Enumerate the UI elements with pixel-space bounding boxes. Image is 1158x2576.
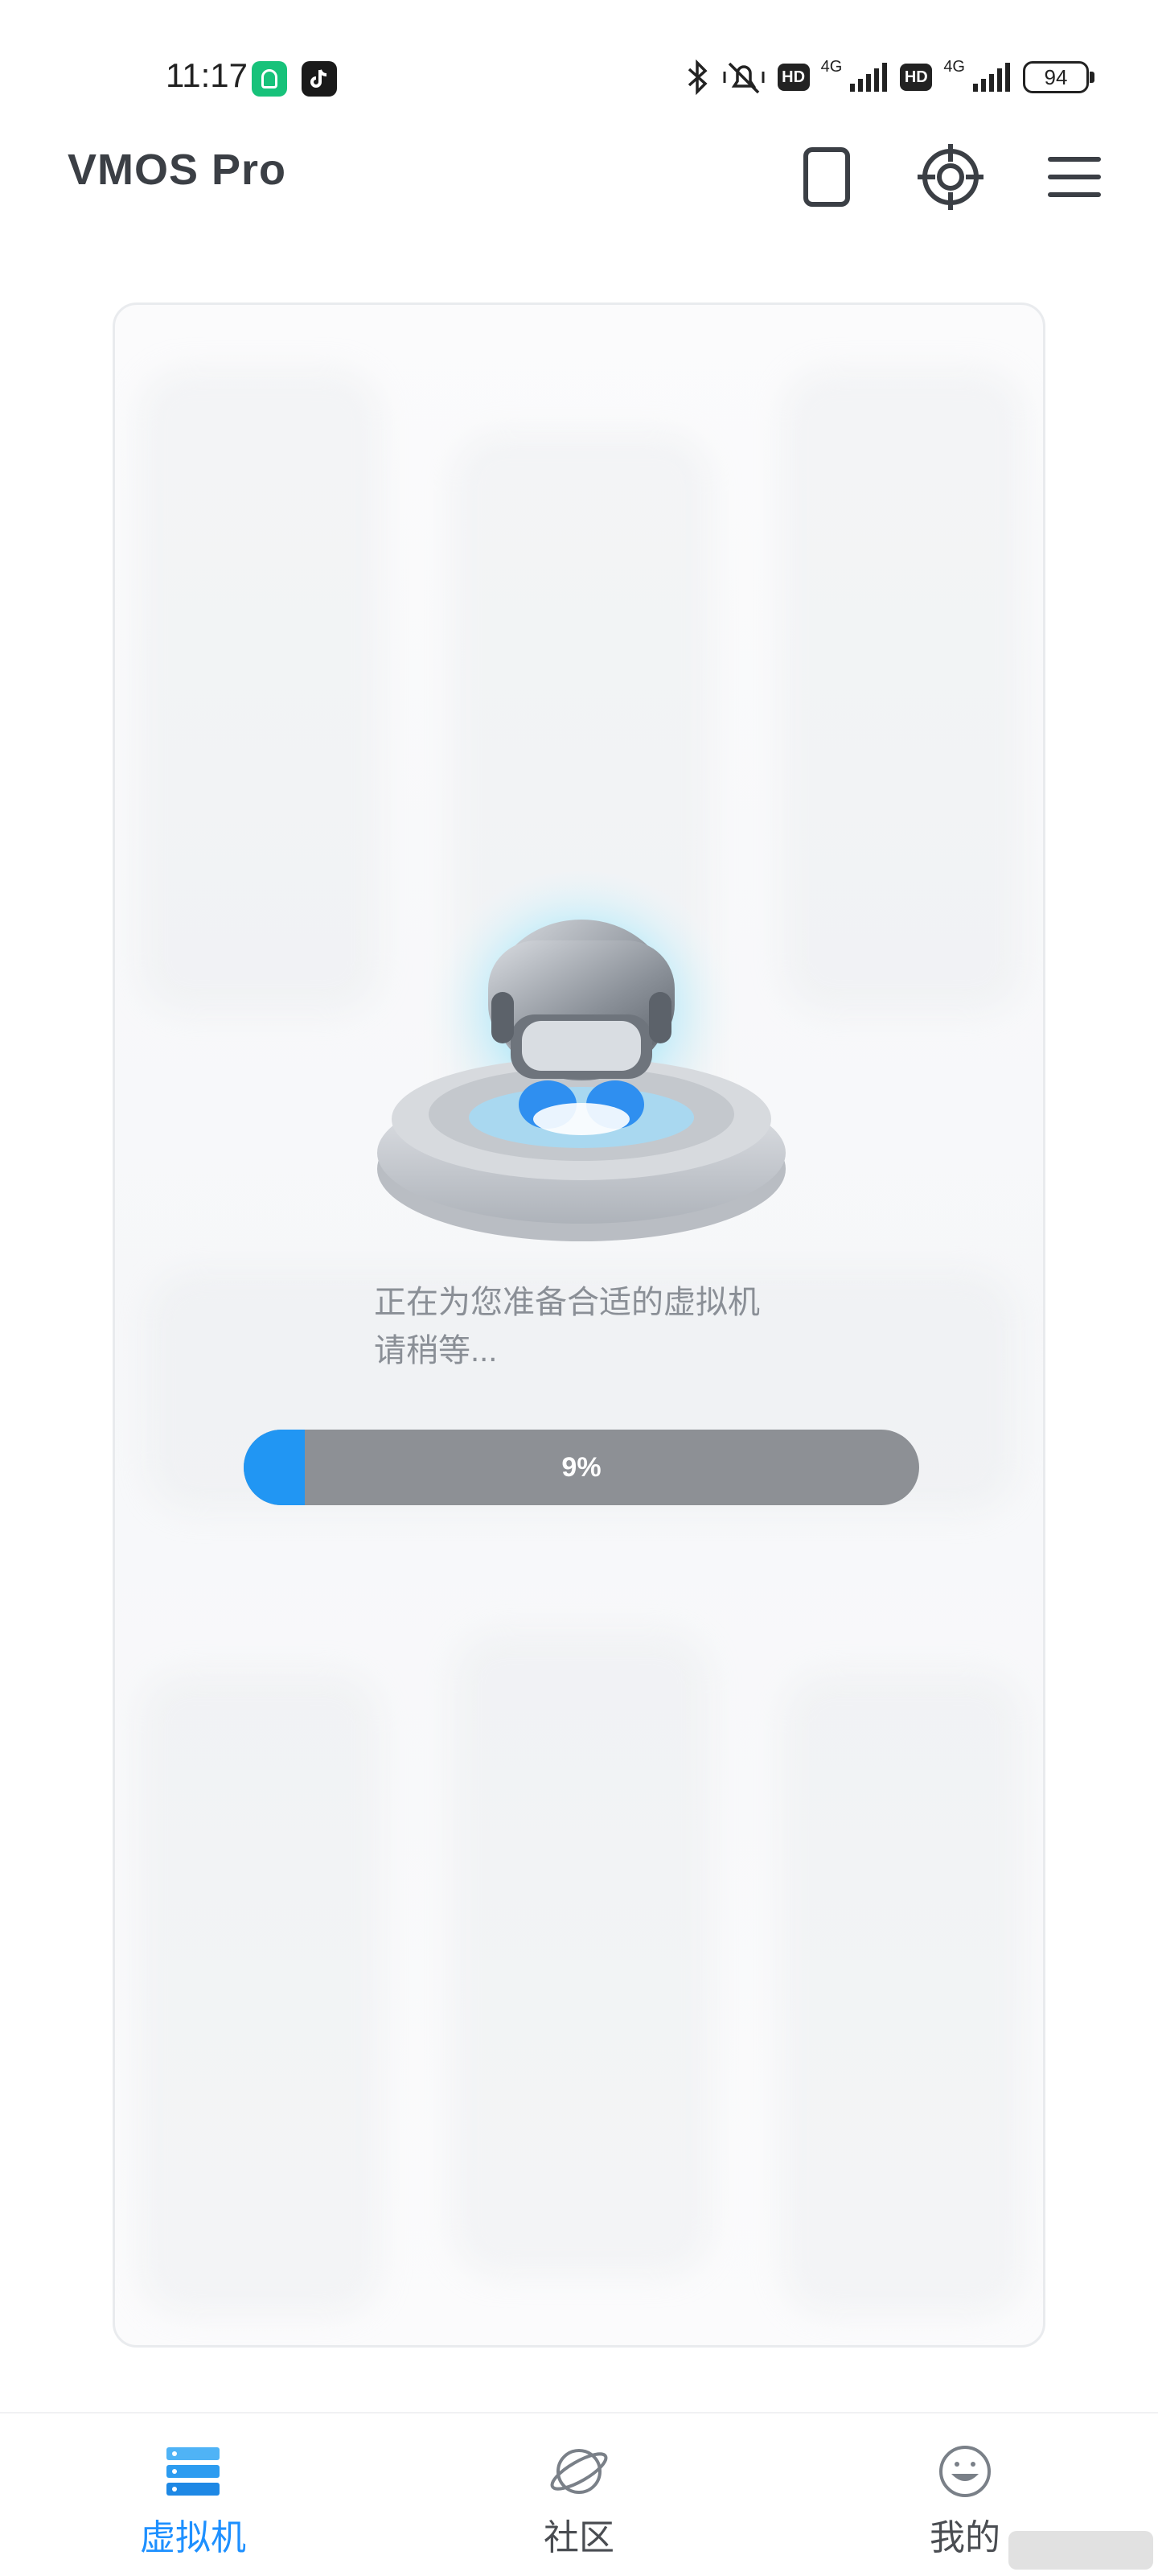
status-bar: 11:17 HD 4G HD 4G 94 [0,0,1158,121]
smiley-icon [939,2446,991,2497]
phone-icon [803,147,850,207]
loading-line-1: 正在为您准备合适的虚拟机 [374,1285,760,1320]
nav-item-vm[interactable]: 虚拟机 [96,2442,290,2563]
target-icon [918,144,983,210]
server-icon [166,2447,220,2496]
planet-icon [550,2449,608,2494]
status-time: 11:17 [166,56,248,94]
tiktok-app-icon [302,61,337,97]
nav-item-community[interactable]: 社区 [482,2442,676,2563]
menu-button[interactable] [1034,137,1115,217]
security-app-icon [252,61,287,97]
progress-label: 9% [561,1452,602,1483]
loading-message: 正在为您准备合适的虚拟机 请稍等... [374,1278,760,1375]
signal-icon [971,61,1012,93]
battery-icon: 94 [1023,61,1094,93]
menu-icon [1048,157,1101,197]
hd-tag: HD [900,64,933,91]
loading-line-2: 请稍等... [374,1333,498,1368]
vm-preparing-card: 正在为您准备合适的虚拟机 请稍等... 9% [113,302,1045,2348]
robot-illustration [369,863,794,1282]
phone-button[interactable] [786,137,867,217]
hd-tag: HD [777,64,810,91]
bottom-nav: 虚拟机 社区 我的 [0,2412,1158,2576]
app-title: VMOS Pro [68,146,287,194]
signal-icon [848,61,889,93]
network-type: 4G [820,58,843,76]
watermark [1008,2531,1153,2570]
app-header: VMOS Pro [0,121,1158,225]
bluetooth-icon [686,60,710,95]
progress-bar: 9% [244,1430,919,1505]
nav-label-vm: 虚拟机 [140,2518,246,2557]
target-button[interactable] [910,137,991,217]
mute-icon [721,59,766,96]
nav-label-community: 社区 [544,2518,614,2557]
network-type: 4G [943,58,965,76]
